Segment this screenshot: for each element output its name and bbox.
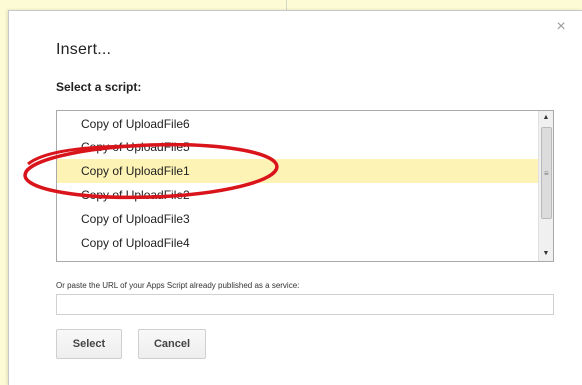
url-label: Or paste the URL of your Apps Script alr… [56,281,300,290]
close-icon[interactable]: × [554,19,568,35]
script-list-item[interactable]: Copy of UploadFile2 [57,183,538,207]
chevron-up-icon[interactable]: ▲ [539,111,553,125]
script-list-item[interactable]: Copy of UploadFile5 [57,135,538,159]
script-list-item-selected[interactable]: Copy of UploadFile1 [57,159,538,183]
script-list-item[interactable]: Copy of UploadFile4 [57,231,538,255]
script-list-item[interactable]: Copy of UploadFile3 [57,207,538,231]
dialog-title: Insert... [56,41,112,58]
scrollbar-thumb[interactable]: ≡ [541,127,552,219]
script-listbox[interactable]: Copy of UploadFile6 Copy of UploadFile5 … [56,110,554,262]
script-list-item[interactable]: Copy of UploadFile6 [57,112,538,136]
list-scrollbar[interactable]: ▲ ≡ ▼ [538,111,553,261]
select-script-label: Select a script: [56,80,142,94]
grip-icon: ≡ [544,169,549,178]
cancel-button[interactable]: Cancel [138,329,206,359]
chevron-down-icon[interactable]: ▼ [539,247,553,261]
script-url-input[interactable] [56,294,554,315]
select-button[interactable]: Select [56,329,122,359]
